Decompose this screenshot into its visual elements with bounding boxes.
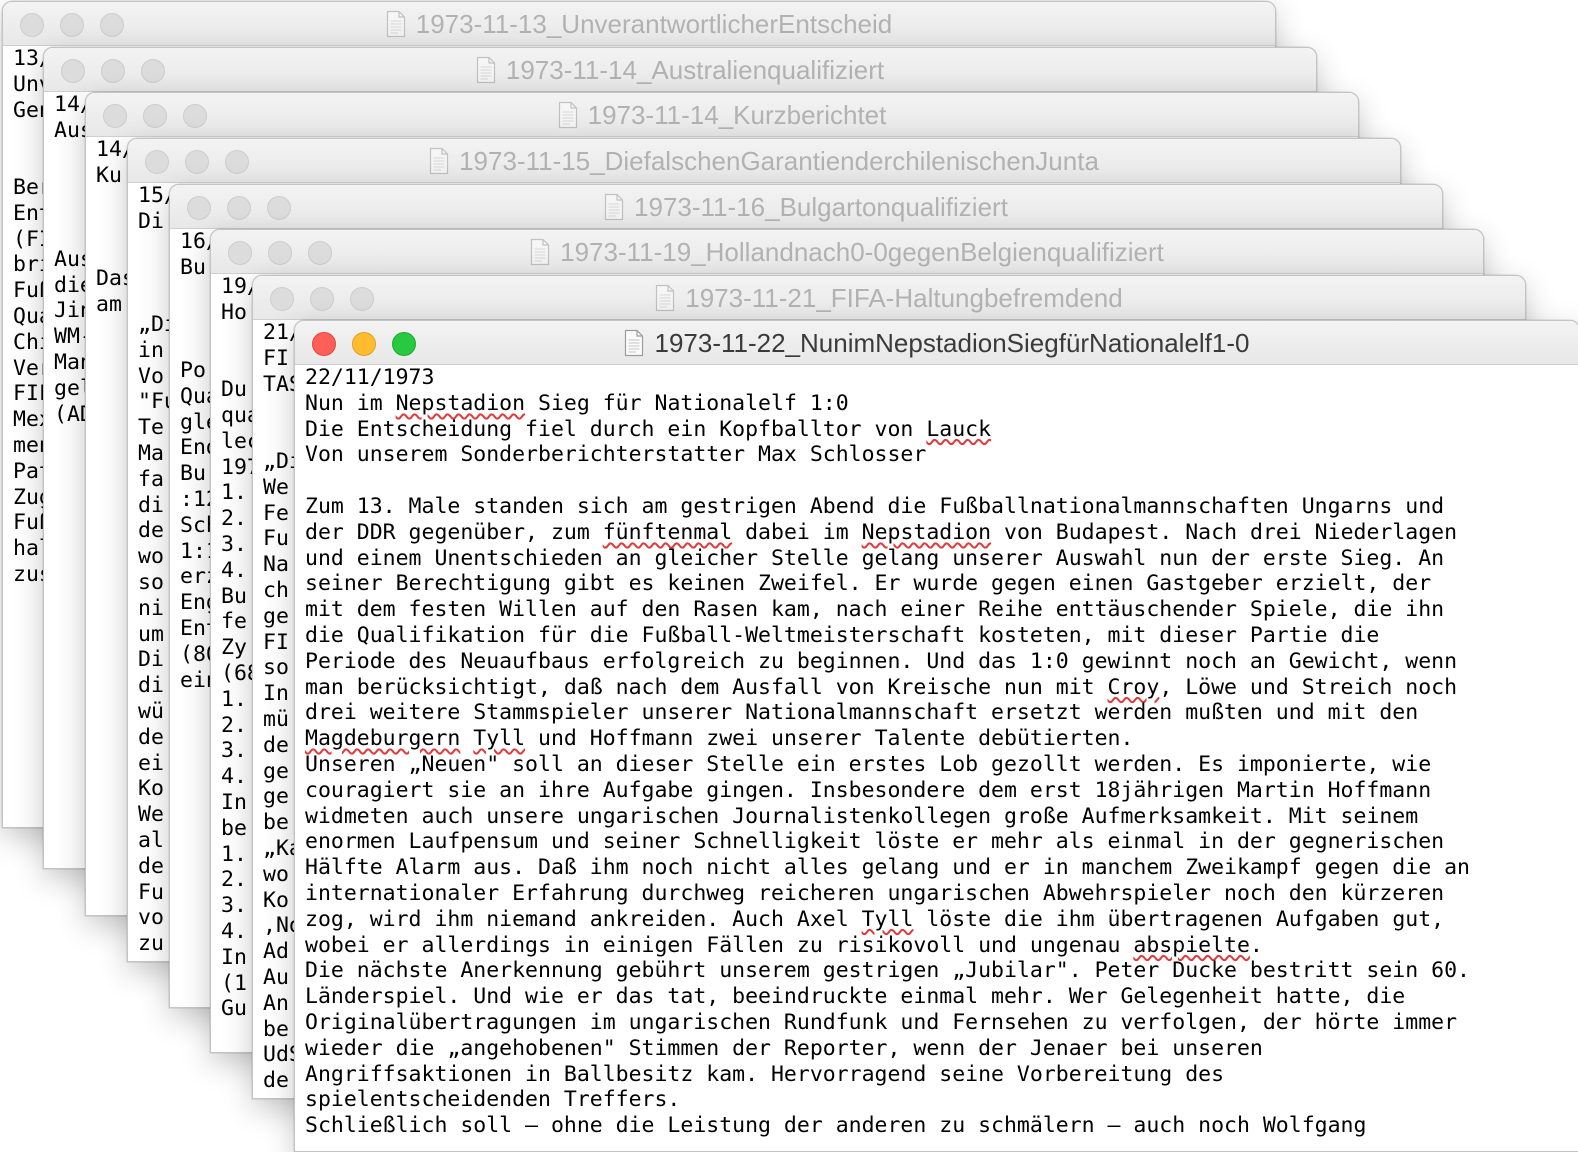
window-title-text: 1973-11-15_DiefalschenGarantienderchilen… — [459, 145, 1099, 176]
text-line: wobei er allerdings in einigen Fällen zu… — [305, 932, 1263, 958]
text-document-icon — [558, 101, 578, 129]
window-title: 1973-11-19_Hollandnach0-0gegenBelgienqua… — [211, 230, 1483, 274]
misspelled-word[interactable]: Tyll — [862, 907, 914, 932]
text-document-icon — [624, 329, 644, 357]
text-line: internationaler Erfahrung durchweg reich… — [305, 880, 1445, 906]
text-document-icon — [604, 193, 624, 221]
text-line: mit dem festen Willen auf den Rasen kam,… — [305, 597, 1445, 623]
window-title: 1973-11-13_UnverantwortlicherEntscheid — [3, 2, 1275, 46]
text-document-icon — [429, 147, 449, 175]
text-document-icon — [655, 284, 675, 312]
window-title: 1973-11-16_Bulgartonqualifiziert — [170, 185, 1442, 229]
text-line: couragiert sie an ihre Aufgabe gingen. I… — [305, 777, 1432, 803]
text-line: Zum 13. Male standen sich am gestrigen A… — [305, 493, 1445, 519]
text-line: Von unserem Sonderberichterstatter Max S… — [305, 442, 927, 468]
text-line: man berücksichtigt, daß nach dem Ausfall… — [305, 674, 1458, 700]
window-title: 1973-11-14_Kurzberichtet — [86, 93, 1358, 137]
text-line: und einem Unentschieden an gleicher Stel… — [305, 545, 1445, 571]
text-document-icon — [386, 10, 406, 38]
text-line: wieder die „angehobenen" Stimmen der Rep… — [305, 1035, 1263, 1061]
text-line: zog, wird ihm niemand ankreiden. Auch Ax… — [305, 906, 1445, 932]
text-line: Originalübertragungen im ungarischen Run… — [305, 1009, 1458, 1035]
window-titlebar[interactable]: 1973-11-21_FIFA-Haltungbefremdend — [253, 276, 1525, 320]
misspelled-word[interactable]: fünftenmal — [603, 520, 732, 545]
window-titlebar[interactable]: 1973-11-15_DiefalschenGarantienderchilen… — [128, 139, 1400, 183]
window-titlebar[interactable]: 1973-11-19_Hollandnach0-0gegenBelgienqua… — [211, 230, 1483, 274]
window-titlebar[interactable]: 1973-11-14_Australienqualifiziert — [44, 48, 1316, 92]
active-document-window[interactable]: 1973-11-22_NunimNepstadionSiegfürNationa… — [294, 320, 1578, 1152]
window-title: 1973-11-21_FIFA-Haltungbefremdend — [253, 276, 1525, 320]
text-line: Schließlich soll – ohne die Leistung der… — [305, 1113, 1367, 1139]
text-line: 22/11/1973 — [305, 365, 435, 390]
text-line: Die Entscheidung fiel durch ein Kopfball… — [305, 416, 992, 442]
window-titlebar[interactable]: 1973-11-13_UnverantwortlicherEntscheid — [3, 2, 1275, 46]
text-line: seiner Berechtigung gibt es keinen Zweif… — [305, 571, 1432, 597]
window-title: 1973-11-15_DiefalschenGarantienderchilen… — [128, 139, 1400, 183]
text-document-icon — [530, 238, 550, 266]
misspelled-word[interactable]: Magdeburgern — [305, 726, 460, 751]
window-titlebar[interactable]: 1973-11-16_Bulgartonqualifiziert — [170, 185, 1442, 229]
window-title-text: 1973-11-16_Bulgartonqualifiziert — [634, 191, 1008, 222]
misspelled-word[interactable]: abspielte — [1133, 933, 1250, 958]
text-line: spielentscheidenden Treffers. — [305, 1087, 681, 1113]
text-line: Magdeburgern Tyll und Hoffmann zwei unse… — [305, 726, 1134, 752]
window-title-text: 1973-11-22_NunimNepstadionSiegfürNationa… — [654, 327, 1250, 358]
misspelled-word[interactable]: Tyll — [473, 726, 525, 751]
window-title-text: 1973-11-21_FIFA-Haltungbefremdend — [685, 282, 1123, 313]
text-document-icon — [476, 56, 496, 84]
window-title: 1973-11-22_NunimNepstadionSiegfürNationa… — [295, 321, 1578, 365]
window-titlebar[interactable]: 1973-11-14_Kurzberichtet — [86, 93, 1358, 137]
text-line: Unseren „Neuen" soll an dieser Stelle ei… — [305, 751, 1432, 777]
window-title-text: 1973-11-19_Hollandnach0-0gegenBelgienqua… — [560, 236, 1164, 267]
text-line: Periode des Neuaufbaus erfolgreich zu be… — [305, 648, 1458, 674]
document-text-area[interactable]: 22/11/1973 Nun im Nepstadion Sieg für Nat… — [295, 365, 1578, 1151]
text-line: Länderspiel. Und wie er das tat, beeindr… — [305, 984, 1406, 1010]
window-title-text: 1973-11-14_Kurzberichtet — [587, 99, 887, 130]
text-line: Die nächste Anerkennung gebührt unserem … — [305, 958, 1470, 984]
text-line: Angriffsaktionen in Ballbesitz kam. Herv… — [305, 1061, 1225, 1087]
text-line — [305, 468, 1569, 494]
window-title-text: 1973-11-13_UnverantwortlicherEntscheid — [415, 8, 893, 39]
window-title-text: 1973-11-14_Australienqualifiziert — [505, 54, 885, 85]
text-line: drei weitere Stammspieler unserer Nation… — [305, 700, 1419, 726]
text-line: Nun im Nepstadion Sieg für Nationalelf 1… — [305, 390, 849, 416]
window-titlebar[interactable]: 1973-11-22_NunimNepstadionSiegfürNationa… — [295, 321, 1578, 365]
misspelled-word[interactable]: Lauck — [926, 417, 991, 442]
text-line: enormen Laufpensum und seiner Schnelligk… — [305, 829, 1445, 855]
text-line: die Qualifikation für die Fußball-Weltme… — [305, 622, 1380, 648]
misspelled-word[interactable]: Nepstadion — [396, 391, 525, 416]
window-title: 1973-11-14_Australienqualifiziert — [44, 48, 1316, 92]
text-line: Hälfte Alarm aus. Daß ihm noch nicht all… — [305, 855, 1470, 881]
text-line: widmeten auch unsere ungarischen Journal… — [305, 803, 1419, 829]
text-line: der DDR gegenüber, zum fünftenmal dabei … — [305, 519, 1458, 545]
misspelled-word[interactable]: Croy — [1108, 675, 1160, 700]
misspelled-word[interactable]: Nepstadion — [862, 520, 991, 545]
